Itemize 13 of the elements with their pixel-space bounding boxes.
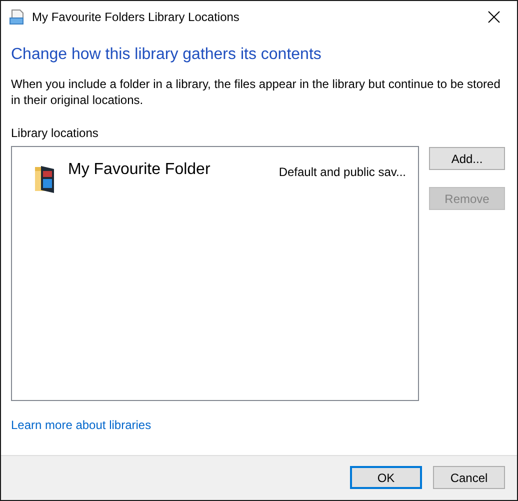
help-link[interactable]: Learn more about libraries xyxy=(11,418,152,432)
add-button[interactable]: Add... xyxy=(429,147,505,170)
library-icon xyxy=(9,8,25,24)
description-text: When you include a folder in a library, the files appear in the library but continue to be stored in their original locations. xyxy=(11,76,502,108)
folder-detail: Default and public sav... xyxy=(278,165,406,179)
close-icon xyxy=(488,10,500,22)
ok-button[interactable]: OK xyxy=(350,466,422,489)
cancel-button[interactable]: Cancel xyxy=(433,466,505,489)
folder-icon xyxy=(34,163,56,193)
dialog-heading: Change how this library gathers its contents xyxy=(11,46,322,64)
window-title: My Favourite Folders Library Locations xyxy=(32,10,240,24)
section-label: Library locations xyxy=(11,126,100,140)
folder-name: My Favourite Folder xyxy=(68,161,212,179)
